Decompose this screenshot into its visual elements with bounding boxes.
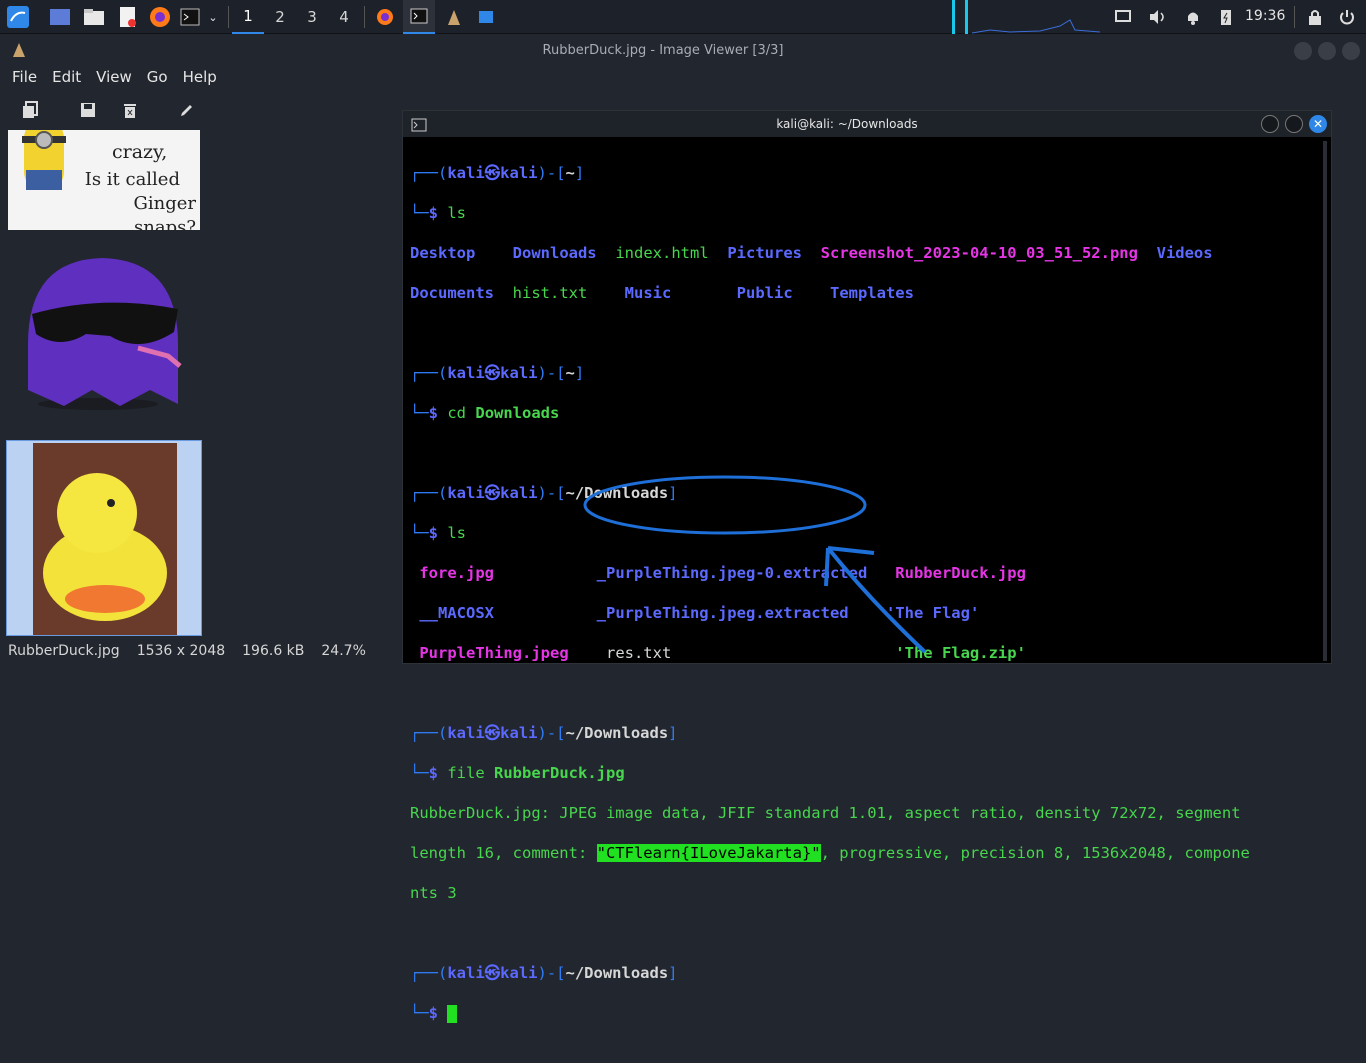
command-line-4: └─$ file RubberDuck.jpg [410,764,625,782]
prompt-line-4: ┌──(kali㉿kali)-[~/Downloads] [410,724,678,742]
flag-highlight: "CTFlearn{ILoveJakarta}" [596,844,821,862]
file-output-line-3: nts 3 [410,884,457,902]
terminal-cursor [447,1004,458,1023]
prompt-line-5: ┌──(kali㉿kali)-[~/Downloads] [410,964,678,982]
command-line-5: └─$ [410,1003,1320,1023]
file-output-line-1: RubberDuck.jpg: JPEG image data, JFIF st… [410,804,1241,822]
file-output-line-2: length 16, comment: "CTFlearn{ILoveJakar… [410,844,1250,862]
blue-annotation [583,475,927,654]
